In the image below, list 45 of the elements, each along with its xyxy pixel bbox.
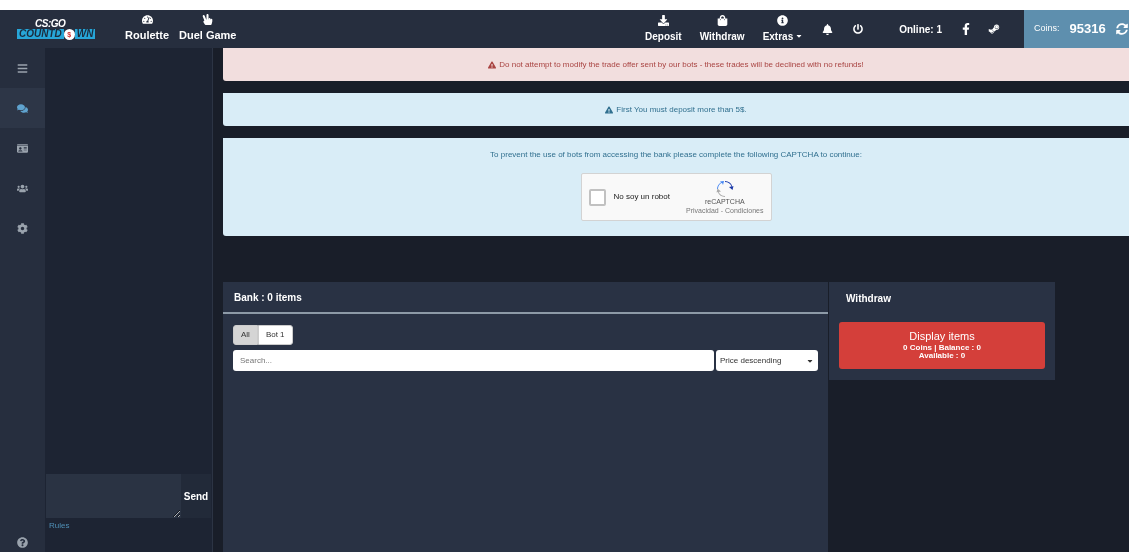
steam-icon <box>988 23 1000 35</box>
filter-button[interactable]: Bot 1 <box>257 325 293 345</box>
bell-icon <box>822 23 834 35</box>
settings-icon <box>17 222 28 234</box>
rail-button[interactable] <box>0 88 45 128</box>
sort-dropdown[interactable]: Price descending <box>716 350 818 371</box>
nav-link[interactable]: Deposit <box>636 10 691 48</box>
alert-text: First You must deposit more than 5$. <box>616 103 747 116</box>
captcha-label: No soy un robot <box>613 191 671 203</box>
bag-icon <box>716 14 728 26</box>
send-button[interactable]: Send <box>181 474 211 518</box>
warning-icon <box>605 105 614 114</box>
withdraw-title: Withdraw <box>846 291 891 306</box>
steam-link[interactable] <box>988 23 1000 35</box>
card-icon <box>17 142 28 154</box>
warning-icon <box>488 60 497 69</box>
help-icon <box>17 536 28 548</box>
menu-icon <box>17 62 28 74</box>
coins-label: Coins: <box>1034 22 1060 36</box>
online-count: Online: 1 <box>899 22 942 37</box>
captcha-prompt: To prevent the use of bots from accessing the bank please complete the following CAPTCHA to continue: <box>490 149 862 161</box>
users-icon <box>17 182 28 194</box>
nav-link[interactable]: Withdraw <box>690 10 754 48</box>
nav-link[interactable]: Duel Game <box>174 10 242 48</box>
download-icon <box>657 14 669 26</box>
hand-icon <box>202 14 214 26</box>
refresh-icon <box>1115 23 1128 35</box>
nav-link[interactable]: Roulette <box>120 10 174 48</box>
display-items-button[interactable]: Display items 0 Coins | Balance : 0 Available : 0 <box>839 322 1045 369</box>
captcha-checkbox[interactable] <box>588 188 606 206</box>
filter-button[interactable]: All <box>233 325 258 345</box>
power-icon <box>853 24 864 34</box>
alert-text: Do not attempt to modify the trade offer sent by our bots - these trades will be declined with no refunds! <box>499 58 864 71</box>
nav-link[interactable]: Extras <box>753 10 813 48</box>
chat-icon <box>17 102 28 114</box>
facebook-icon <box>960 23 972 35</box>
recaptcha-icon <box>715 180 734 199</box>
info-icon <box>777 14 789 26</box>
coins-value: 95316 <box>1069 20 1106 39</box>
bank-title: Bank : 0 items <box>234 290 302 305</box>
gauge-icon <box>141 14 153 26</box>
rules-link[interactable]: Rules <box>49 520 212 532</box>
search-field[interactable]: Search... <box>233 350 714 371</box>
facebook-link[interactable] <box>960 23 972 35</box>
chat-input[interactable] <box>46 474 181 518</box>
